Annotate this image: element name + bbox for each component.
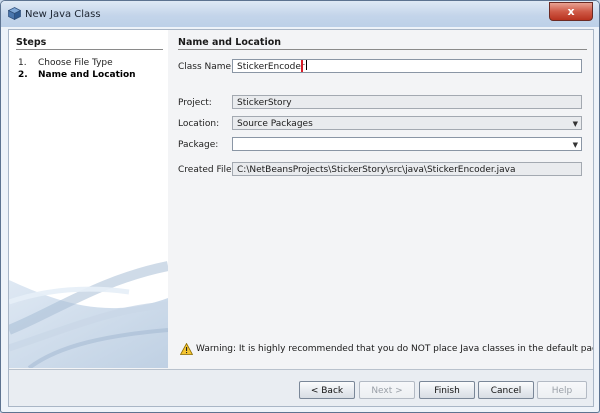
step-name-and-location: 2. Name and Location [18,70,136,80]
next-button[interactable]: Next > [359,381,415,399]
button-bar: < Back Next > Finish Cancel Help [9,369,593,406]
package-label: Package: [178,140,219,150]
close-button[interactable]: x [549,2,593,21]
dialog-window: New Java Class x Steps 1. Choose File Ty… [0,0,600,413]
dialog-client: Steps 1. Choose File Type 2. Name and Loca… [8,29,594,407]
project-field: StickerStory [232,95,582,109]
location-value: Source Packages [237,119,313,129]
step-number: 1. [18,58,27,68]
step-label: Name and Location [38,70,136,80]
location-label: Location: [178,119,220,129]
section-heading: Name and Location [178,37,282,48]
warning-message: Warning: It is highly recommended that y… [196,344,594,354]
class-name-label: Class Name: [178,62,235,72]
created-file-field: C:\NetBeansProjects\StickerStory\src\jav… [232,162,582,176]
step-number: 2. [18,70,28,80]
text-caret [305,60,307,70]
window-title: New Java Class [25,9,101,20]
section-divider [178,49,587,50]
netbeans-cube-icon [8,7,21,20]
project-label: Project: [178,98,212,108]
class-name-input[interactable]: StickerEncoder [232,59,582,73]
cancel-button[interactable]: Cancel [478,381,534,399]
main-panel: Name and Location Class Name: StickerEnc… [169,30,593,368]
chevron-down-icon: ▼ [572,141,578,149]
location-dropdown[interactable]: Source Packages ▼ [232,116,582,130]
help-button[interactable]: Help [537,381,587,399]
warning-icon [180,343,193,355]
package-combobox[interactable]: ▼ [232,137,582,151]
step-label: Choose File Type [38,58,113,68]
chevron-down-icon: ▼ [572,120,578,128]
highlight-annotation-box [233,60,303,72]
finish-button[interactable]: Finish [419,381,475,399]
decorative-swoosh-graphic [9,30,168,368]
back-button[interactable]: < Back [299,381,355,399]
steps-divider [16,49,163,50]
step-choose-file-type: 1. Choose File Type [18,58,113,68]
created-file-label: Created File: [178,165,235,175]
title-bar[interactable]: New Java Class x [1,1,599,27]
close-icon: x [567,5,575,18]
steps-heading: Steps [16,37,47,48]
steps-panel: Steps 1. Choose File Type 2. Name and Loca… [9,30,168,368]
